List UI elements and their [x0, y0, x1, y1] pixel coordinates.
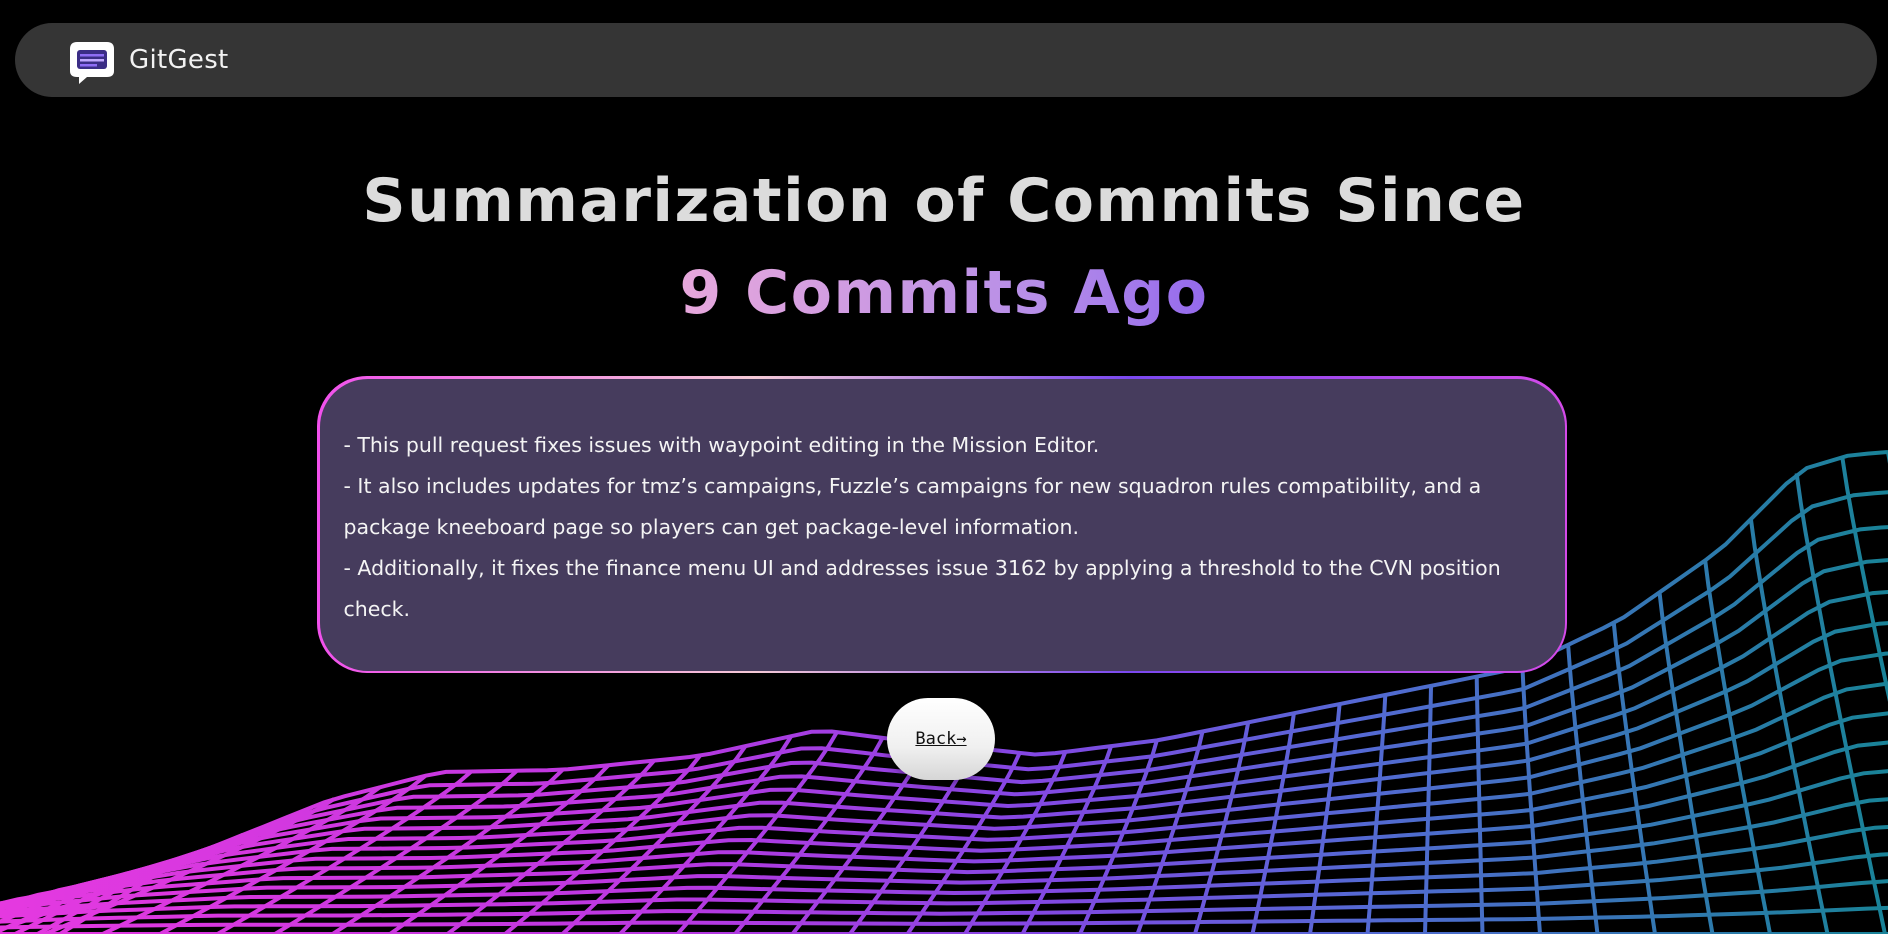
navbar: GitGest [15, 23, 1877, 97]
commits-ago-subtitle: 9 Commits Ago [0, 258, 1888, 328]
logo-link[interactable]: GitGest [67, 35, 229, 85]
summary-line: - This pull request fixes issues with wa… [343, 432, 1100, 457]
chat-bubble-icon [70, 42, 114, 84]
page: GitGest Summarization of Commits Since 9… [0, 0, 1888, 934]
summary-content: - This pull request fixes issues with wa… [319, 378, 1565, 671]
summary-line: - Additionally, it fixes the finance men… [343, 555, 1501, 580]
summary-line: package kneeboard page so players can ge… [343, 514, 1080, 539]
back-button-label: Back→ [915, 729, 967, 749]
brand-name: GitGest [129, 45, 229, 75]
summary-line: check. [343, 596, 411, 621]
summary-line: - It also includes updates for tmz’s cam… [343, 473, 1482, 498]
back-button[interactable]: Back→ [887, 698, 995, 780]
page-title: Summarization of Commits Since [362, 166, 1526, 236]
summary-card: - This pull request fixes issues with wa… [317, 376, 1567, 673]
